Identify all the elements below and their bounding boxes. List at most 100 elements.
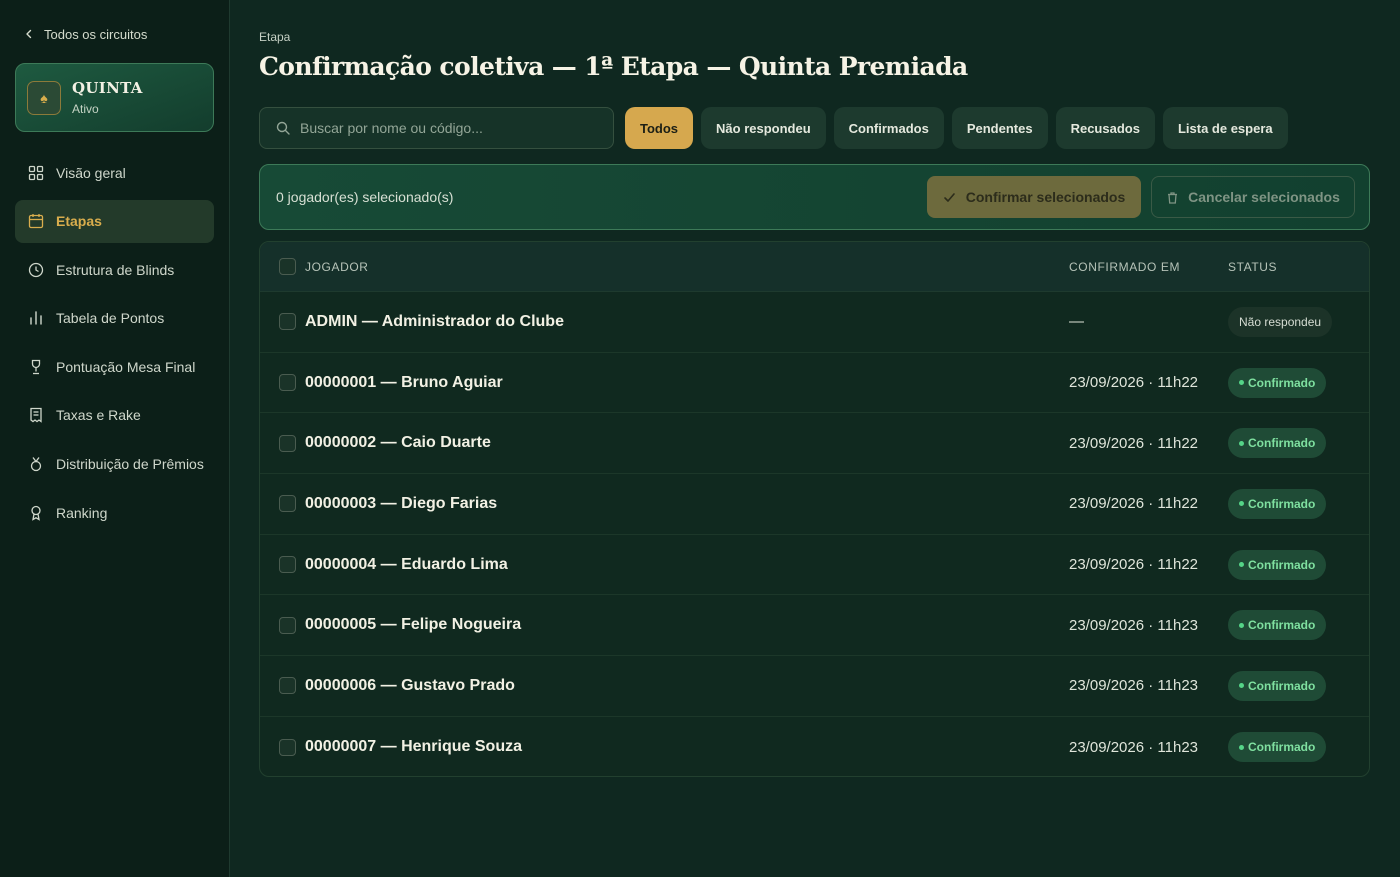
confirm-selected-button[interactable]: Confirmar selecionados: [927, 176, 1141, 218]
status-label: Confirmado: [1248, 436, 1316, 451]
status-badge: Confirmado: [1228, 428, 1327, 459]
sidebar-item-ranking[interactable]: Ranking: [15, 491, 214, 534]
status-badge: Confirmado: [1228, 488, 1327, 519]
page-title: Confirmação coletiva — 1ª Etapa — Quinta…: [259, 52, 968, 81]
sidebar-item-estrutura-de-blinds[interactable]: Estrutura de Blinds: [15, 248, 214, 291]
selected-count: 0 jogador(es) selecionado(s): [276, 189, 454, 205]
confirm-selected-label: Confirmar selecionados: [965, 189, 1126, 205]
table-row[interactable]: 00000002 — Caio Duarte 23/09/2026 · 11h2…: [260, 413, 1369, 475]
sidebar-item-pontuacao-mesa-final[interactable]: Pontuação Mesa Final: [15, 345, 214, 388]
column-header-status: STATUS: [1228, 259, 1278, 274]
calendar-icon: [28, 214, 44, 229]
clock-icon: [28, 262, 44, 277]
trash-icon: [1168, 191, 1178, 204]
row-checkbox[interactable]: [279, 738, 296, 756]
player-name: ADMIN — Administrador do Clube: [305, 312, 564, 330]
confirmed-at: 23/09/2026 · 11h22: [1069, 495, 1199, 513]
filter-tabs: Todos Não respondeu Confirmados Pendente…: [625, 107, 1288, 149]
select-all-checkbox[interactable]: [279, 258, 296, 275]
cancel-selected-label: Cancelar selecionados: [1188, 189, 1340, 205]
chevron-left-icon: [26, 29, 32, 39]
table-row[interactable]: 00000007 — Henrique Souza 23/09/2026 · 1…: [260, 717, 1369, 776]
confirmed-at: 23/09/2026 · 11h23: [1069, 616, 1199, 634]
player-name: 00000001 — Bruno Aguiar: [305, 373, 503, 391]
player-name: 00000003 — Diego Farias: [305, 494, 498, 512]
table-row[interactable]: 00000001 — Bruno Aguiar 23/09/2026 · 11h…: [260, 353, 1369, 414]
sidebar-item-visao-geral[interactable]: Visão geral: [15, 151, 214, 194]
circuit-card[interactable]: ♠ QUINTA Ativo: [15, 63, 214, 132]
table-row[interactable]: 00000006 — Gustavo Prado 23/09/2026 · 11…: [260, 656, 1369, 717]
player-name: 00000005 — Felipe Nogueira: [305, 616, 522, 634]
confirmed-at: 23/09/2026 · 11h23: [1069, 738, 1199, 756]
row-checkbox[interactable]: [279, 556, 296, 574]
sidebar-item-taxas-e-rake[interactable]: Taxas e Rake: [15, 394, 214, 437]
player-name: 00000006 — Gustavo Prado: [305, 676, 515, 694]
back-link-label: Todos os circuitos: [44, 26, 148, 42]
confirmed-at: 23/09/2026 · 11h22: [1069, 556, 1199, 574]
status-badge: Confirmado: [1228, 732, 1327, 763]
column-header-player: JOGADOR: [305, 259, 369, 274]
filter-recusados[interactable]: Recusados: [1055, 107, 1155, 149]
sidebar: Todos os circuitos ♠ QUINTA Ativo Visão …: [0, 0, 230, 877]
sidebar-nav: Visão geral Etapas Estrutura de Blinds T…: [15, 151, 214, 540]
filter-lista-de-espera[interactable]: Lista de espera: [1162, 107, 1288, 149]
circuit-status: Ativo: [72, 102, 99, 116]
search-box[interactable]: [259, 107, 614, 149]
status-dot-icon: [1239, 380, 1244, 386]
circuit-name: QUINTA: [72, 79, 143, 97]
award-icon: [31, 505, 41, 521]
search-icon: [276, 121, 290, 135]
row-checkbox[interactable]: [279, 374, 296, 392]
table-row[interactable]: 00000004 — Eduardo Lima 23/09/2026 · 11h…: [260, 535, 1369, 596]
filter-todos[interactable]: Todos: [625, 107, 694, 149]
table-row[interactable]: 00000005 — Felipe Nogueira 23/09/2026 · …: [260, 595, 1369, 657]
row-checkbox[interactable]: [279, 434, 296, 452]
sidebar-item-tabela-de-pontos[interactable]: Tabela de Pontos: [15, 297, 214, 340]
back-to-circuits-link[interactable]: Todos os circuitos: [24, 24, 147, 44]
players-table: JOGADOR CONFIRMADO EM STATUS ADMIN — Adm…: [259, 241, 1370, 777]
confirmed-at: 23/09/2026 · 11h23: [1069, 677, 1199, 695]
bulk-action-bar: 0 jogador(es) selecionado(s) Confirmar s…: [259, 164, 1370, 230]
filter-confirmados[interactable]: Confirmados: [833, 107, 944, 149]
sidebar-item-label: Pontuação Mesa Final: [56, 358, 196, 375]
status-label: Confirmado: [1248, 740, 1316, 755]
status-label: Confirmado: [1248, 375, 1316, 390]
table-row[interactable]: ADMIN — Administrador do Clube — Não res…: [260, 292, 1369, 353]
player-name: 00000002 — Caio Duarte: [305, 434, 491, 452]
row-checkbox[interactable]: [279, 313, 296, 331]
sidebar-item-distribuicao-de-premios[interactable]: Distribuição de Prêmios: [15, 443, 214, 486]
trophy-icon: [31, 359, 41, 375]
cancel-selected-button[interactable]: Cancelar selecionados: [1151, 176, 1355, 218]
filter-nao-respondeu[interactable]: Não respondeu: [701, 107, 826, 149]
grid-icon: [28, 165, 44, 180]
table-row[interactable]: 00000003 — Diego Farias 23/09/2026 · 11h…: [260, 474, 1369, 535]
status-badge: Não respondeu: [1228, 306, 1333, 337]
row-checkbox[interactable]: [279, 495, 296, 513]
confirmed-at: 23/09/2026 · 11h22: [1069, 374, 1199, 392]
sidebar-item-label: Estrutura de Blinds: [56, 261, 175, 278]
sidebar-item-label: Taxas e Rake: [56, 407, 141, 424]
spade-icon: ♠: [27, 80, 61, 115]
player-name: 00000004 — Eduardo Lima: [305, 555, 508, 573]
status-badge: Confirmado: [1228, 367, 1327, 398]
search-input[interactable]: [300, 120, 600, 136]
row-checkbox[interactable]: [279, 677, 296, 695]
table-header: JOGADOR CONFIRMADO EM STATUS: [260, 242, 1369, 292]
filter-pendentes[interactable]: Pendentes: [951, 107, 1048, 149]
status-badge: Confirmado: [1228, 610, 1327, 641]
status-badge: Confirmado: [1228, 549, 1327, 580]
confirmed-at: —: [1069, 313, 1084, 331]
status-label: Confirmado: [1248, 496, 1316, 511]
status-dot-icon: [1239, 440, 1244, 446]
status-dot-icon: [1239, 683, 1244, 689]
sidebar-item-label: Tabela de Pontos: [56, 310, 165, 327]
bar-chart-icon: [30, 311, 42, 325]
status-dot-icon: [1239, 622, 1244, 628]
status-label: Não respondeu: [1239, 314, 1322, 329]
confirmed-at: 23/09/2026 · 11h22: [1069, 434, 1199, 452]
row-checkbox[interactable]: [279, 616, 296, 634]
sidebar-item-etapas[interactable]: Etapas: [15, 199, 214, 243]
status-dot-icon: [1239, 744, 1244, 750]
receipt-icon: [30, 408, 42, 424]
status-label: Confirmado: [1248, 618, 1316, 633]
